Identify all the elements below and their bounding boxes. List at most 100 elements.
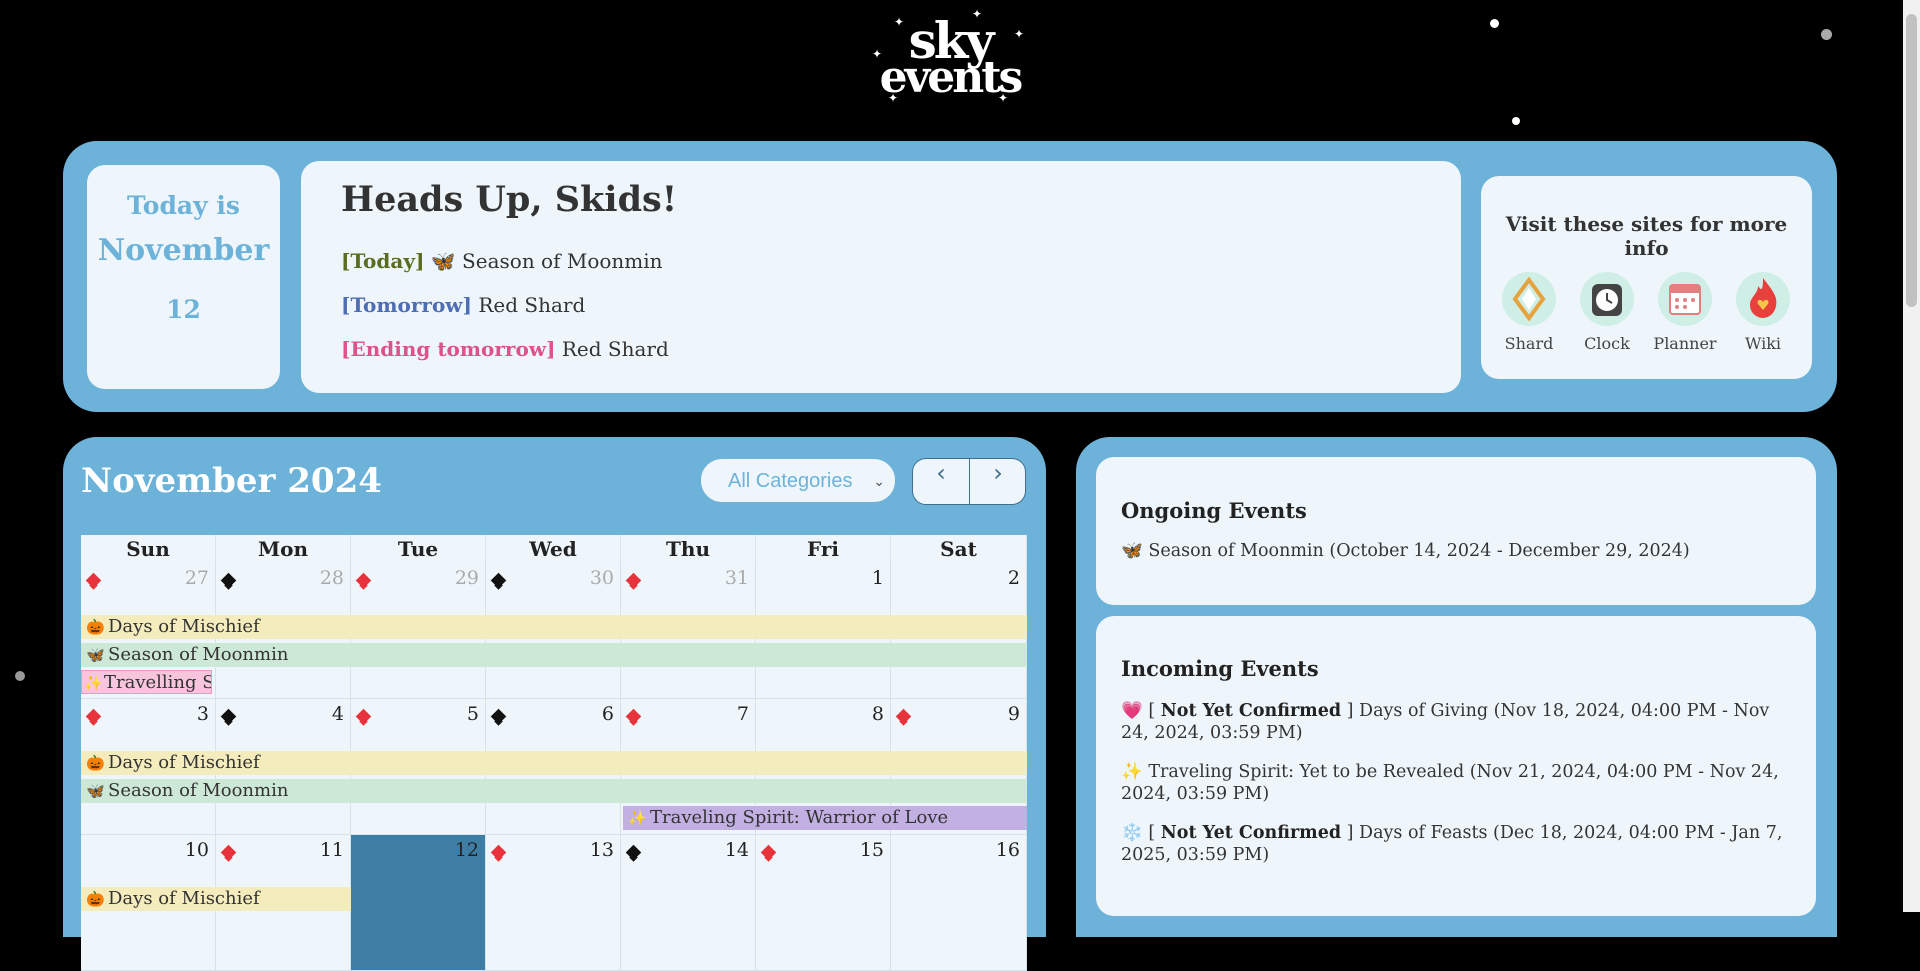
heads-up-today: [Today] 🦋 Season of Moonmin	[341, 249, 663, 273]
red-shard-icon	[355, 572, 372, 589]
day-number: 27	[184, 567, 209, 589]
star-decoration	[1821, 29, 1832, 40]
day-number: 5	[466, 703, 479, 725]
snowflake-icon: ❄️	[1121, 823, 1143, 843]
ongoing-event-item[interactable]: 🦋 Season of Moonmin (October 14, 2024 - …	[1121, 540, 1801, 562]
incoming-events-title: Incoming Events	[1121, 656, 1319, 681]
incoming-event-item[interactable]: 💗 [ Not Yet Confirmed ] Days of Giving (…	[1121, 700, 1801, 744]
events-panel: Ongoing Events 🦋 Season of Moonmin (Octo…	[1076, 437, 1837, 937]
sparkle-icon: ✦	[972, 7, 983, 21]
star-decoration	[15, 671, 25, 681]
weekday-header: Mon	[216, 535, 351, 563]
day-number: 12	[454, 839, 479, 861]
pumpkin-icon: 🎃	[86, 890, 105, 908]
bracket-close: ]	[1346, 701, 1354, 721]
ending-tomorrow-tag: [Ending tomorrow]	[341, 337, 556, 361]
site-link-planner[interactable]: Planner	[1650, 272, 1720, 353]
day-cell[interactable]: 13	[486, 835, 621, 971]
day-number: 28	[319, 567, 344, 589]
bracket-open: [	[1148, 701, 1156, 721]
event-bar-days-of-mischief[interactable]: 🎃 Days of Mischief	[81, 615, 1027, 639]
red-shard-icon	[625, 572, 642, 589]
sites-card: Visit these sites for more info Shard Cl…	[1481, 176, 1812, 379]
day-number: 3	[196, 703, 209, 725]
heads-up-title: Heads Up, Skids!	[341, 179, 678, 220]
site-label: Wiki	[1744, 334, 1782, 353]
day-number: 15	[859, 839, 884, 861]
top-panel: Today is November 12 Heads Up, Skids! [T…	[63, 141, 1837, 412]
event-bar-season-of-moonmin[interactable]: 🦋 Season of Moonmin	[81, 779, 1027, 803]
butterfly-icon: 🦋	[86, 782, 105, 800]
sparkle-icon: ✨	[84, 674, 103, 692]
event-label: Season of Moonmin	[108, 644, 289, 665]
page-scrollbar[interactable]	[1903, 0, 1920, 912]
red-shard-icon	[625, 708, 642, 725]
flame-icon	[1736, 272, 1790, 326]
day-number: 1	[871, 567, 884, 589]
calendar-title: November 2024	[81, 461, 382, 501]
event-bar-days-of-mischief[interactable]: 🎃 Days of Mischief	[81, 751, 1027, 775]
incoming-events-card: Incoming Events 💗 [ Not Yet Confirmed ] …	[1096, 616, 1816, 916]
weekday-header: Wed	[486, 535, 621, 563]
event-label: Days of Mischief	[108, 888, 260, 909]
chevron-down-icon: ⌄	[873, 473, 885, 489]
weekday-header: Thu	[621, 535, 756, 563]
prev-month-button[interactable]: ‹	[913, 459, 970, 504]
month-nav: ‹ ›	[912, 458, 1026, 505]
day-cell-today[interactable]: 12	[351, 835, 486, 971]
sky-events-logo[interactable]: sky events ✦ ✦ ✦ ✦ ✦ ✦	[870, 8, 1030, 106]
red-shard-icon	[85, 572, 102, 589]
day-number: 10	[184, 839, 209, 861]
category-select[interactable]: All Categories ⌄	[700, 458, 896, 503]
heads-up-text: Red Shard	[478, 293, 586, 317]
site-link-clock[interactable]: Clock	[1572, 272, 1642, 353]
event-text: Traveling Spirit: Yet to be Revealed (No…	[1121, 762, 1779, 804]
today-tag: [Today]	[341, 249, 425, 273]
heads-up-ending: [Ending tomorrow] Red Shard	[341, 337, 669, 361]
weekday-header: Tue	[351, 535, 486, 563]
scrollbar-thumb[interactable]	[1906, 14, 1917, 307]
black-shard-icon	[220, 572, 237, 589]
category-select-value: All Categories	[728, 470, 853, 492]
pumpkin-icon: 🎃	[86, 618, 105, 636]
clock-icon	[1580, 272, 1634, 326]
sparkle-icon: ✨	[1121, 762, 1143, 782]
day-cell[interactable]: 15	[756, 835, 891, 971]
day-number: 29	[454, 567, 479, 589]
pumpkin-icon: 🎃	[86, 754, 105, 772]
heart-icon: 💗	[1121, 701, 1143, 721]
day-number: 11	[319, 839, 344, 861]
sparkle-icon: ✦	[998, 91, 1009, 105]
weekday-header: Sun	[81, 535, 216, 563]
day-cell[interactable]: 16	[891, 835, 1027, 971]
star-decoration	[1512, 117, 1520, 125]
event-bar-travelling-spirit[interactable]: ✨ Travelling S	[81, 670, 212, 694]
day-number: 30	[589, 567, 614, 589]
event-bar-warrior-of-love[interactable]: ✨ Traveling Spirit: Warrior of Love	[623, 806, 1027, 830]
red-shard-icon	[85, 708, 102, 725]
red-shard-icon	[490, 844, 507, 861]
day-number: 6	[601, 703, 614, 725]
site-link-wiki[interactable]: Wiki	[1728, 272, 1798, 353]
event-label: Days of Mischief	[108, 616, 260, 637]
calendar-panel: November 2024 All Categories ⌄ ‹ › Sun M…	[63, 437, 1046, 971]
site-label: Shard	[1504, 334, 1554, 353]
red-shard-icon	[355, 708, 372, 725]
weekday-header: Fri	[756, 535, 891, 563]
site-label: Clock	[1584, 334, 1630, 353]
black-shard-icon	[490, 708, 507, 725]
next-month-button[interactable]: ›	[970, 459, 1025, 504]
star-decoration	[1490, 19, 1499, 28]
day-number: 2	[1007, 567, 1020, 589]
sparkle-icon: ✦	[1014, 27, 1025, 41]
black-shard-icon	[220, 708, 237, 725]
day-number: 31	[724, 567, 749, 589]
site-link-shard[interactable]: Shard	[1494, 272, 1564, 353]
event-label: Travelling S	[104, 672, 212, 693]
day-cell[interactable]: 14	[621, 835, 756, 971]
event-bar-days-of-mischief[interactable]: 🎃 Days of Mischief	[81, 887, 351, 911]
incoming-event-item[interactable]: ❄️ [ Not Yet Confirmed ] Days of Feasts …	[1121, 822, 1801, 866]
event-bar-season-of-moonmin[interactable]: 🦋 Season of Moonmin	[81, 643, 1027, 667]
today-card: Today is November 12	[87, 165, 280, 389]
incoming-event-item[interactable]: ✨ Traveling Spirit: Yet to be Revealed (…	[1121, 761, 1801, 805]
